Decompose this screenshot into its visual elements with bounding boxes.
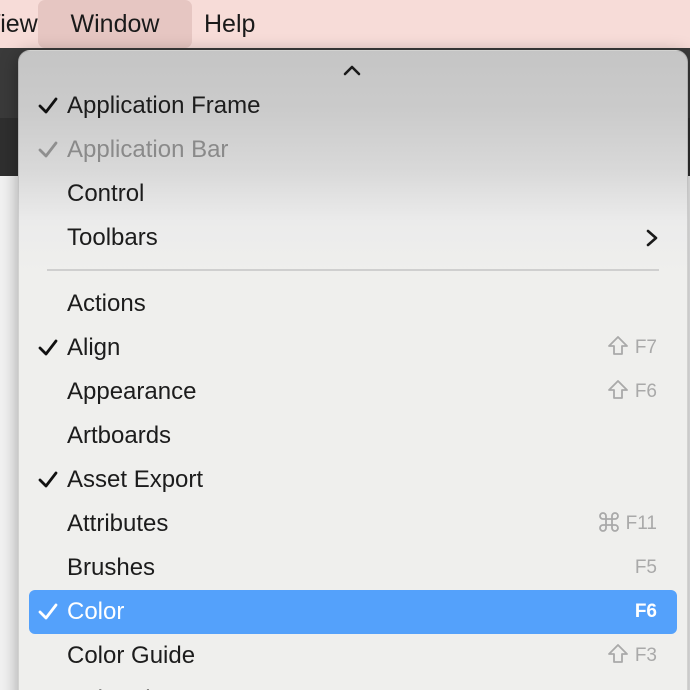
menu-item-align[interactable]: Align F7 [29, 326, 677, 370]
menu-item-label: Application Frame [67, 92, 261, 119]
menu-item-control[interactable]: Control [29, 172, 677, 216]
menubar-item-view[interactable]: View [0, 0, 38, 48]
checkmark-icon [38, 339, 58, 356]
checkmark-icon [38, 603, 58, 620]
shortcut-key: F6 [634, 381, 657, 402]
shift-icon [607, 644, 628, 663]
shortcut: F6 [607, 370, 657, 414]
shift-icon [607, 336, 628, 355]
chevron-right-icon [646, 229, 658, 247]
menubar-item-view-label: View [0, 10, 38, 38]
menubar-item-window-label: Window [70, 10, 160, 38]
menu-item-color-guide[interactable]: Color Guide F3 [29, 634, 677, 678]
shortcut-key: F11 [625, 513, 657, 534]
shortcut-key: F3 [634, 645, 657, 666]
menu-item-actions[interactable]: Actions [29, 282, 677, 326]
menu-item-label: Application Bar [67, 136, 229, 163]
menu-item-label: Brushes [67, 554, 156, 581]
menu-item-asset-export[interactable]: Asset Export [29, 458, 677, 502]
checkmark-icon [38, 141, 58, 158]
menu-item-label: Color Guide [67, 642, 196, 669]
menu-item-label: Color Themes [67, 678, 217, 690]
menu-item-toolbars[interactable]: Toolbars [29, 216, 677, 260]
shift-icon [607, 380, 628, 399]
menubar-item-help[interactable]: Help [204, 0, 264, 48]
menu-item-brushes[interactable]: Brushes F5 [29, 546, 677, 590]
menu-item-label: Attributes [67, 510, 169, 537]
menu-separator [47, 269, 659, 271]
shortcut: F3 [607, 634, 657, 678]
menu-bar: View Window Help [0, 0, 690, 48]
menu-item-label: Toolbars [67, 224, 158, 251]
shortcut-key: F7 [634, 337, 657, 358]
menu-item-application-frame[interactable]: Application Frame [29, 84, 677, 128]
menu-item-label: Appearance [67, 378, 197, 405]
menu-item-color[interactable]: Color F6 [29, 590, 677, 634]
shortcut: F5 [635, 546, 657, 590]
menu-item-label: Control [67, 180, 145, 207]
menu-item-label: Align [67, 334, 121, 361]
shortcut: F6 [635, 590, 657, 634]
shortcut: F11 [598, 502, 657, 546]
menu-item-color-themes[interactable]: Color Themes [29, 678, 677, 690]
shortcut: F7 [607, 326, 657, 370]
checkmark-icon [38, 97, 58, 114]
menu-item-artboards[interactable]: Artboards [29, 414, 677, 458]
menu-item-label: Color [67, 598, 125, 625]
shortcut-key: F5 [634, 557, 657, 578]
command-icon [598, 512, 619, 532]
menu-item-label: Actions [67, 290, 146, 317]
checkmark-icon [38, 471, 58, 488]
menubar-item-help-label: Help [204, 10, 256, 38]
menu-item-application-bar: Application Bar [29, 128, 677, 172]
menubar-item-window[interactable]: Window [38, 0, 192, 48]
menu-item-label: Artboards [67, 422, 172, 449]
chevron-up-icon[interactable] [341, 61, 363, 79]
menu-item-label: Asset Export [67, 466, 204, 493]
menu-item-attributes[interactable]: Attributes F11 [29, 502, 677, 546]
window-menu: Application Frame Application Bar Contro… [18, 50, 688, 690]
shortcut-key: F6 [634, 601, 657, 622]
menu-item-appearance[interactable]: Appearance F6 [29, 370, 677, 414]
